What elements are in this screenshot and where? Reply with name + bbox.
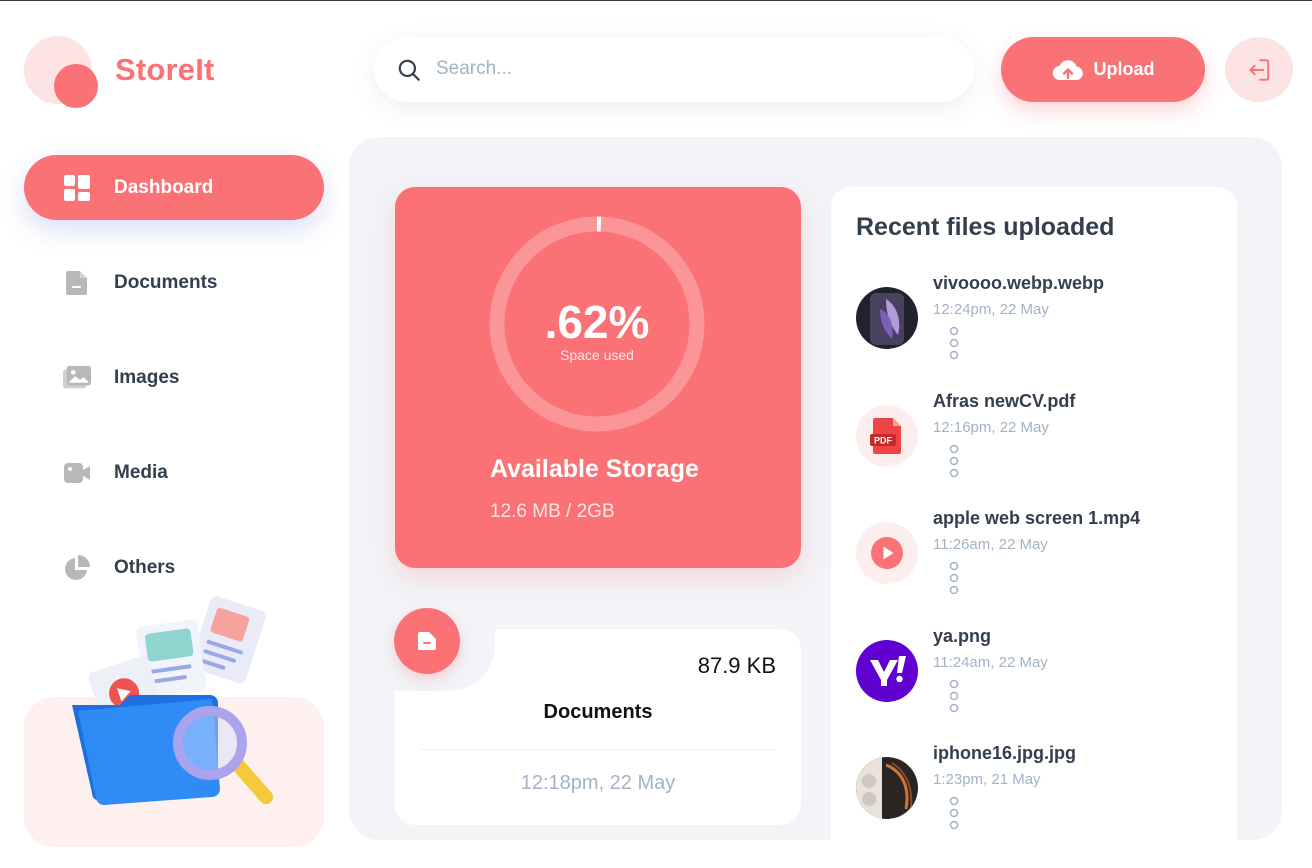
- list-item[interactable]: vivoooo.webp.webp 12:24pm, 22 May: [856, 273, 1216, 383]
- recent-files-panel: Recent files uploaded vivoooo.webp.webp …: [831, 187, 1237, 868]
- storage-percent-caption: Space used: [560, 347, 634, 363]
- files-illustration: [72, 596, 273, 806]
- sidebar-item-label: Documents: [114, 271, 218, 293]
- upload-label: Upload: [1093, 59, 1155, 79]
- summary-date: 12:18pm, 22 May: [520, 772, 676, 794]
- storage-percent: .62%: [544, 296, 650, 348]
- images-icon: [62, 363, 92, 393]
- storage-value: 12.6 MB / 2GB: [490, 501, 615, 522]
- sidebar-item-dashboard[interactable]: Dashboard: [24, 155, 324, 220]
- list-item[interactable]: PDF Afras newCV.pdf 12:16pm, 22 May: [856, 391, 1216, 501]
- sidebar-item-documents[interactable]: Documents: [24, 250, 324, 315]
- yahoo-logo: [856, 640, 918, 702]
- pdf-icon: PDF: [856, 405, 918, 467]
- file-name: vivoooo.webp.webp: [933, 273, 1105, 293]
- cloud-upload-icon: [1052, 59, 1083, 80]
- document-icon: [62, 268, 92, 298]
- svg-text:PDF: PDF: [874, 436, 893, 446]
- file-name: Afras newCV.pdf: [933, 391, 1076, 411]
- video-play-icon: [856, 522, 918, 584]
- sidebar-item-label: Others: [114, 556, 176, 578]
- storage-title: Available Storage: [490, 455, 699, 483]
- file-thumbnail: [856, 757, 918, 819]
- more-options-icon[interactable]: [948, 443, 960, 479]
- file-name: iphone16.jpg.jpg: [933, 743, 1076, 763]
- video-icon: [62, 458, 92, 488]
- more-options-icon[interactable]: [948, 560, 960, 596]
- more-options-icon[interactable]: [948, 795, 960, 831]
- summary-size: 87.9 KB: [697, 653, 776, 678]
- summary-title: Documents: [543, 701, 653, 723]
- sidebar-item-media[interactable]: Media: [24, 440, 324, 505]
- file-date: 12:24pm, 22 May: [933, 301, 1049, 318]
- list-item[interactable]: ya.png 11:24am, 22 May: [856, 626, 1216, 736]
- search-icon: [398, 59, 420, 81]
- file-name: apple web screen 1.mp4: [933, 508, 1141, 528]
- file-thumbnail: [856, 287, 918, 349]
- documents-badge: [394, 608, 460, 674]
- file-date: 11:24am, 22 May: [933, 654, 1048, 671]
- logout-button[interactable]: [1225, 37, 1293, 102]
- dashboard-icon: [62, 173, 92, 203]
- more-options-icon[interactable]: [948, 325, 960, 361]
- sidebar-item-label: Media: [114, 461, 168, 483]
- logo-text: StoreIt: [115, 52, 215, 87]
- sidebar-item-others[interactable]: Others: [24, 535, 324, 600]
- document-icon: [418, 632, 436, 650]
- file-date: 12:16pm, 22 May: [933, 419, 1049, 436]
- recent-files-title: Recent files uploaded: [856, 213, 1115, 241]
- search-input[interactable]: [436, 51, 936, 87]
- search-bar[interactable]: [374, 37, 974, 102]
- pie-chart-icon: [62, 553, 92, 583]
- file-date: 11:26am, 22 May: [933, 536, 1048, 553]
- sidebar-nav: Dashboard Documents Images Media Others: [24, 155, 324, 630]
- logo-circle-front: [54, 64, 98, 108]
- file-name: ya.png: [933, 626, 992, 646]
- logout-icon: [1249, 58, 1270, 81]
- storage-card: .62% Space used Available Storage 12.6 M…: [395, 187, 801, 568]
- file-date: 1:23pm, 21 May: [933, 771, 1041, 788]
- logo[interactable]: StoreIt: [24, 36, 244, 111]
- upload-button[interactable]: Upload: [1001, 37, 1205, 102]
- list-item[interactable]: apple web screen 1.mp4 11:26am, 22 May: [856, 508, 1216, 618]
- list-item[interactable]: iphone16.jpg.jpg 1:23pm, 21 May: [856, 743, 1216, 853]
- sidebar-item-label: Images: [114, 366, 180, 388]
- summary-divider: [420, 749, 776, 750]
- sidebar-item-images[interactable]: Images: [24, 345, 324, 410]
- sidebar-item-label: Dashboard: [114, 176, 214, 198]
- more-options-icon[interactable]: [948, 678, 960, 714]
